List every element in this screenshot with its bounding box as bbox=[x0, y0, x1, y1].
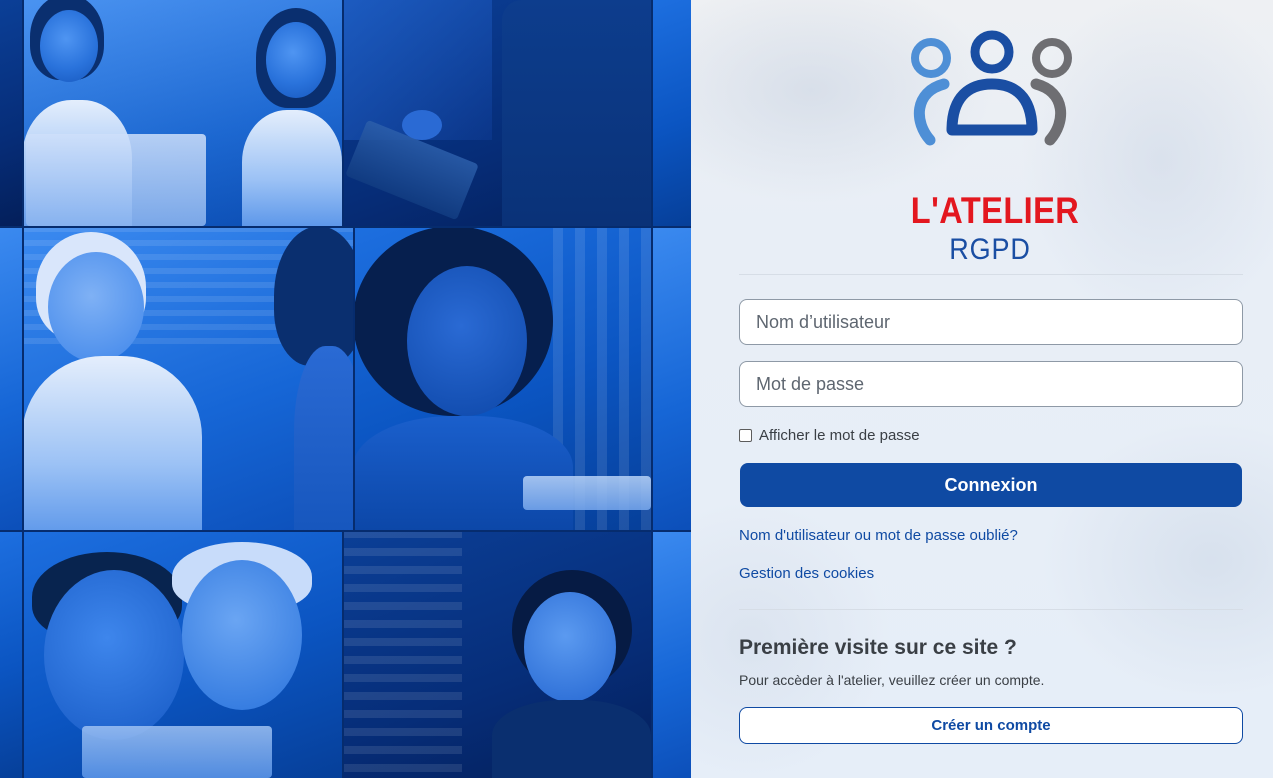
divider bbox=[739, 274, 1243, 275]
create-account-button[interactable]: Créer un compte bbox=[739, 707, 1243, 744]
show-password-checkbox[interactable] bbox=[739, 428, 752, 442]
show-password-label: Afficher le mot de passe bbox=[759, 426, 920, 444]
login-button[interactable]: Connexion bbox=[740, 463, 1242, 507]
collage-photo bbox=[22, 226, 353, 530]
collage-photo bbox=[0, 530, 22, 778]
cookies-link[interactable]: Gestion des cookies bbox=[739, 565, 874, 582]
brand-title: L'ATELIER bbox=[910, 190, 1080, 231]
collage-photo bbox=[22, 0, 342, 226]
show-password-row[interactable]: Afficher le mot de passe bbox=[739, 425, 920, 445]
login-panel: L'ATELIER RGPD Afficher le mot de passe … bbox=[691, 0, 1273, 778]
collage-photo bbox=[651, 226, 691, 530]
brand-logo: L'ATELIER RGPD bbox=[900, 30, 1080, 266]
forgot-password-link[interactable]: Nom d'utilisateur ou mot de passe oublié… bbox=[739, 527, 1018, 544]
collage-photo bbox=[651, 0, 691, 226]
divider bbox=[739, 609, 1243, 610]
collage-photo bbox=[0, 226, 22, 530]
login-content: L'ATELIER RGPD Afficher le mot de passe … bbox=[739, 0, 1243, 778]
people-logo-icon bbox=[911, 30, 1072, 146]
collage-photo bbox=[342, 0, 651, 226]
collage-photo bbox=[22, 530, 342, 778]
first-visit-text: Pour accèder à l'atelier, veuillez créer… bbox=[739, 672, 1045, 688]
first-visit-title: Première visite sur ce site ? bbox=[739, 636, 1017, 659]
password-input[interactable] bbox=[739, 361, 1243, 407]
collage-photo bbox=[651, 530, 691, 778]
collage-photo bbox=[353, 226, 651, 530]
collage-photo bbox=[342, 530, 651, 778]
collage-photo bbox=[0, 0, 22, 226]
photo-collage bbox=[0, 0, 691, 778]
brand-subtitle: RGPD bbox=[949, 233, 1031, 266]
username-input[interactable] bbox=[739, 299, 1243, 345]
